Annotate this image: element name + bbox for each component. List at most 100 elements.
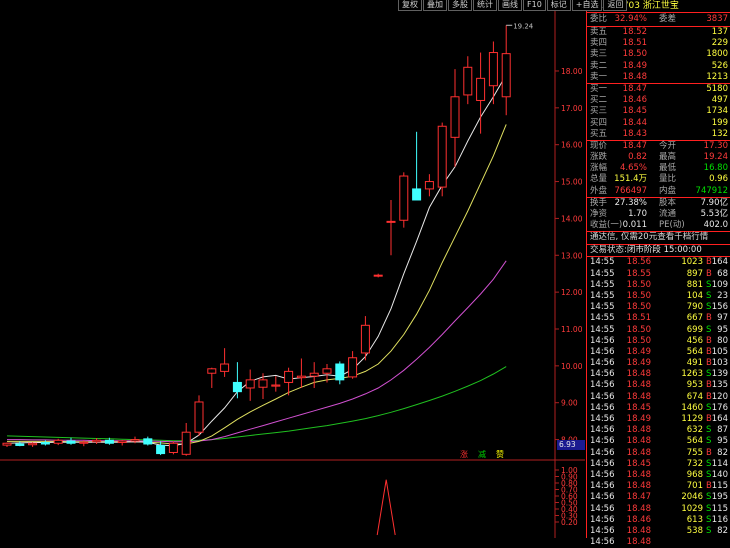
buy-level-row: 买五 18.43 132 — [587, 129, 730, 140]
tick-direction: S — [706, 302, 712, 313]
tick-price: 18.47 — [626, 492, 651, 503]
tick-count: 87 — [717, 425, 728, 436]
tick-list[interactable]: 14:55 18.56 1023 B 164 14:55 18.55 897 B 68 14:55 1… — [587, 256, 730, 548]
tick-row: 14:55 18.51 667 B 97 — [587, 313, 730, 324]
toolbar-button-6[interactable]: 标记 — [546, 0, 571, 11]
tick-time: 14:56 — [590, 391, 615, 402]
candle-body — [194, 401, 204, 433]
level-label: 买四 — [590, 117, 608, 128]
tick-row: 14:56 18.45 732 S 114 — [587, 459, 730, 470]
level-label: 卖二 — [590, 60, 608, 71]
ma10-line — [7, 124, 507, 445]
tick-volume: 456 — [686, 335, 703, 346]
fund-label: 收益(一) — [590, 220, 623, 231]
candle-body — [28, 442, 38, 446]
weibi-value: 32.94% — [614, 14, 647, 24]
tick-row: 14:55 18.55 897 B 68 — [587, 269, 730, 280]
candle-body — [488, 52, 498, 87]
tick-direction: S — [706, 324, 712, 335]
quote-label: 内盘 — [659, 185, 677, 196]
level-volume: 199 — [711, 117, 728, 128]
tick-time: 14:56 — [590, 335, 615, 346]
level-price: 18.45 — [622, 106, 647, 117]
tick-direction: B — [706, 313, 712, 324]
tick-count: 140 — [711, 469, 728, 480]
tick-count: 82 — [717, 447, 728, 458]
kline-chart[interactable]: 8.009.0010.0011.0012.0013.0014.0015.0016… — [0, 0, 585, 538]
candle-body — [92, 439, 102, 443]
toolbar-button-4[interactable]: 画线 — [498, 0, 522, 11]
tick-count: 120 — [711, 391, 728, 402]
candle-body — [245, 379, 255, 389]
tick-price: 18.48 — [626, 447, 651, 458]
sell-level-row: 卖二 18.49 526 — [587, 61, 730, 72]
tick-volume: 564 — [686, 436, 703, 447]
tick-price: 18.45 — [626, 402, 651, 413]
tick-volume: 881 — [686, 279, 703, 290]
level-label: 买三 — [590, 106, 608, 117]
tick-time: 14:56 — [590, 447, 615, 458]
quote-value: 0.96 — [709, 174, 728, 185]
tick-price: 18.50 — [626, 279, 651, 290]
tick-count: 109 — [711, 279, 728, 290]
level-price: 18.50 — [622, 49, 647, 60]
candle-body — [232, 381, 242, 393]
candle-body — [424, 181, 434, 190]
quote-label: 今开 — [659, 140, 677, 151]
tick-count: 135 — [711, 380, 728, 391]
tick-time: 14:56 — [590, 346, 615, 357]
tick-time: 14:55 — [590, 313, 615, 324]
candle-body — [66, 440, 76, 444]
tick-count: 114 — [711, 458, 728, 469]
candle-body — [40, 442, 50, 445]
tick-time: 14:56 — [590, 369, 615, 380]
quote-label: 量比 — [659, 174, 677, 185]
quote-value: 747912 — [695, 185, 728, 196]
tick-volume: 1023 — [681, 257, 703, 268]
level-volume: 5180 — [706, 83, 728, 94]
candle-body — [322, 368, 332, 374]
quote-value: 19.24 — [703, 152, 728, 163]
fund-value: 7.90亿 — [700, 197, 728, 208]
sell-level-row: 卖一 18.48 1213 — [587, 72, 730, 83]
tick-direction: S — [706, 503, 712, 514]
toolbar-button-0[interactable]: 复权 — [398, 0, 422, 11]
candle-body — [437, 125, 447, 188]
toolbar-button-5[interactable]: F10 — [523, 0, 546, 11]
tick-volume: 701 — [686, 481, 703, 492]
y-tick-label: 12.00 — [561, 288, 583, 297]
tick-row: 14:55 18.50 699 S 95 — [587, 325, 730, 336]
chart-toolbar: 复权 叠加 多股 统计 画线 F10 标记 +自选 返回 — [398, 0, 628, 11]
buy-level-row: 买一 18.47 5180 — [587, 84, 730, 95]
toolbar-button-3[interactable]: 统计 — [473, 0, 497, 11]
candle-body — [271, 384, 281, 387]
tick-price: 18.49 — [626, 414, 651, 424]
quote-row: 总量 151.4万 量比 0.96 — [587, 174, 730, 185]
toolbar-button-1[interactable]: 叠加 — [423, 0, 447, 11]
level-volume: 1800 — [706, 49, 728, 60]
tick-time: 14:56 — [590, 425, 615, 436]
toolbar-button-2[interactable]: 多股 — [448, 0, 472, 11]
tick-row: 14:56 18.48 — [587, 537, 730, 548]
quote-value: 4.65% — [619, 163, 647, 174]
tick-time: 14:56 — [590, 380, 615, 391]
tick-volume: 667 — [686, 313, 703, 324]
level-volume: 497 — [711, 95, 728, 106]
candle-body — [386, 220, 396, 223]
tick-price: 18.48 — [626, 481, 651, 492]
tick-count: 95 — [717, 436, 728, 447]
tick-row: 14:56 18.48 674 B 120 — [587, 392, 730, 403]
quote-value: 17.30 — [703, 140, 728, 151]
toolbar-button-8[interactable]: 返回 — [603, 0, 628, 11]
level-label: 买二 — [590, 95, 608, 106]
level-price: 18.46 — [622, 95, 647, 106]
notice-banner[interactable]: 通达信, 仅需20元查看千档行情 — [587, 231, 730, 244]
toolbar-button-7[interactable]: +自选 — [571, 0, 603, 11]
fund-label: 净资 — [590, 209, 608, 219]
tick-row: 14:55 18.56 1023 B 164 — [587, 257, 730, 268]
level-volume: 229 — [711, 38, 728, 49]
tick-row: 14:56 18.49 564 B 105 — [587, 347, 730, 358]
tick-time: 14:55 — [590, 290, 615, 301]
quote-value: 16.80 — [703, 163, 728, 174]
tick-time: 14:56 — [590, 402, 615, 413]
